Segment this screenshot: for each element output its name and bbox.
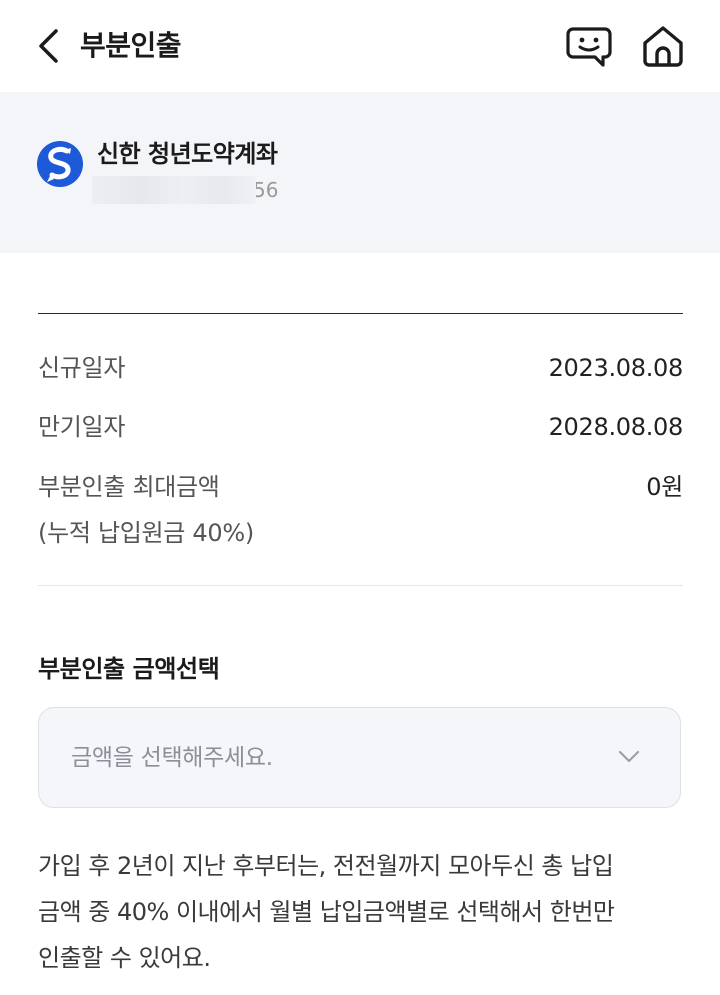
top-app-bar: 부분인출 — [0, 0, 720, 92]
chevron-left-icon — [39, 29, 58, 63]
maturity-date-value: 2028.08.08 — [548, 413, 684, 441]
account-card: 신한 청년도약계좌 56 — [0, 92, 720, 253]
divider — [38, 313, 683, 314]
withdrawal-notice: 가입 후 2년이 지난 후부터는, 전전월까지 모아두신 총 납입 금액 중 4… — [38, 843, 688, 981]
account-number-suffix: 56 — [253, 178, 279, 202]
amount-select[interactable]: 금액을 선택해주세요. — [38, 707, 681, 808]
home-icon — [643, 26, 683, 67]
chevron-down-icon — [618, 750, 640, 763]
max-withdrawal-sublabel: (누적 납입원금 40%) — [38, 519, 254, 547]
divider — [38, 585, 683, 586]
shinhan-logo-icon — [37, 141, 83, 187]
account-name: 신한 청년도약계좌 — [97, 140, 278, 168]
chat-button[interactable] — [565, 26, 613, 68]
open-date-label: 신규일자 — [38, 354, 126, 382]
max-withdrawal-value: 0원 — [646, 473, 683, 501]
amount-select-title: 부분인출 금액선택 — [38, 655, 220, 683]
back-button[interactable] — [30, 26, 66, 66]
notice-line: 가입 후 2년이 지난 후부터는, 전전월까지 모아두신 총 납입 — [38, 852, 614, 880]
amount-select-placeholder: 금액을 선택해주세요. — [71, 745, 273, 771]
home-button[interactable] — [640, 24, 686, 68]
page-title: 부분인출 — [80, 29, 182, 62]
notice-line: 인출할 수 있어요. — [38, 944, 211, 972]
notice-line: 금액 중 40% 이내에서 월별 납입금액별로 선택해서 한번만 — [38, 898, 615, 926]
chat-bubble-icon — [566, 27, 612, 67]
max-withdrawal-label: 부분인출 최대금액 — [38, 473, 220, 501]
open-date-value: 2023.08.08 — [548, 354, 684, 382]
maturity-date-label: 만기일자 — [38, 413, 126, 441]
account-number-mask — [92, 176, 256, 204]
